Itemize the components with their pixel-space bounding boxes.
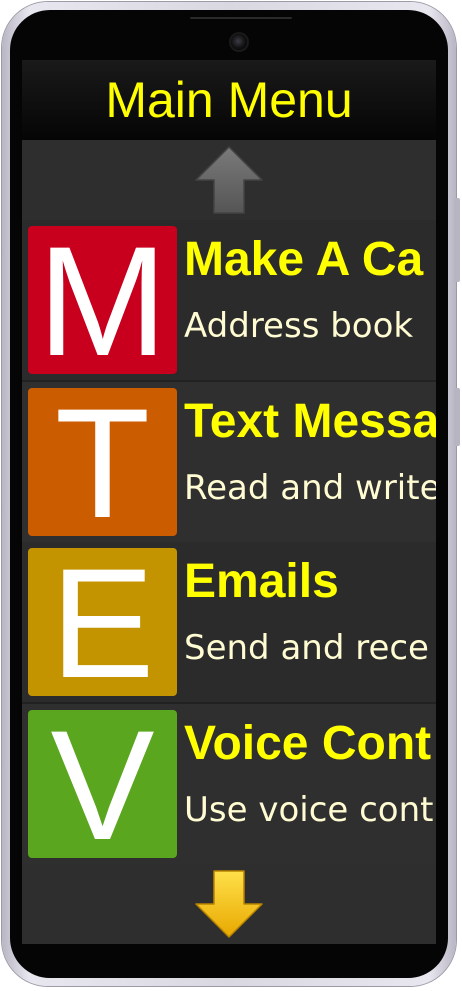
title-bar: Main Menu <box>22 60 436 140</box>
menu-item-emails[interactable]: E Emails Send and rece <box>22 542 436 702</box>
arrow-down-icon <box>195 870 263 938</box>
scroll-up-button[interactable] <box>22 140 436 220</box>
front-camera-icon <box>231 34 247 50</box>
letter-char: E <box>50 542 155 702</box>
menu-item-make-a-call[interactable]: M Make A Ca Address book <box>22 220 436 380</box>
letter-char: V <box>50 704 155 864</box>
letter-char: T <box>54 382 151 542</box>
menu-item-title: Voice Cont <box>184 717 432 770</box>
earpiece-speaker <box>190 17 292 19</box>
letter-char: M <box>37 220 168 380</box>
menu-item-text-messages[interactable]: T Text Messa Read and write <box>22 382 436 542</box>
menu-item-voice-control[interactable]: V Voice Cont Use voice cont <box>22 704 436 864</box>
letter-tile-t: T <box>28 386 177 542</box>
page-title: Main Menu <box>105 72 353 128</box>
letter-tile-m: M <box>28 224 177 380</box>
app-screen: Main Menu M Make A Ca Address book T Tex… <box>22 60 436 944</box>
menu-item-subtitle: Read and write <box>184 468 436 508</box>
menu-item-title: Emails <box>184 555 339 608</box>
letter-tile-v: V <box>28 708 177 864</box>
letter-tile-e: E <box>28 546 177 702</box>
volume-button <box>454 198 460 282</box>
menu-item-title: Text Messa <box>184 395 436 448</box>
arrow-up-icon <box>195 146 263 214</box>
menu-item-subtitle: Send and rece <box>184 628 429 668</box>
scroll-down-button[interactable] <box>22 864 436 944</box>
menu-item-subtitle: Address book <box>184 306 414 346</box>
power-button <box>454 388 460 446</box>
menu-item-subtitle: Use voice cont <box>184 790 434 830</box>
menu-item-title: Make A Ca <box>184 233 424 286</box>
